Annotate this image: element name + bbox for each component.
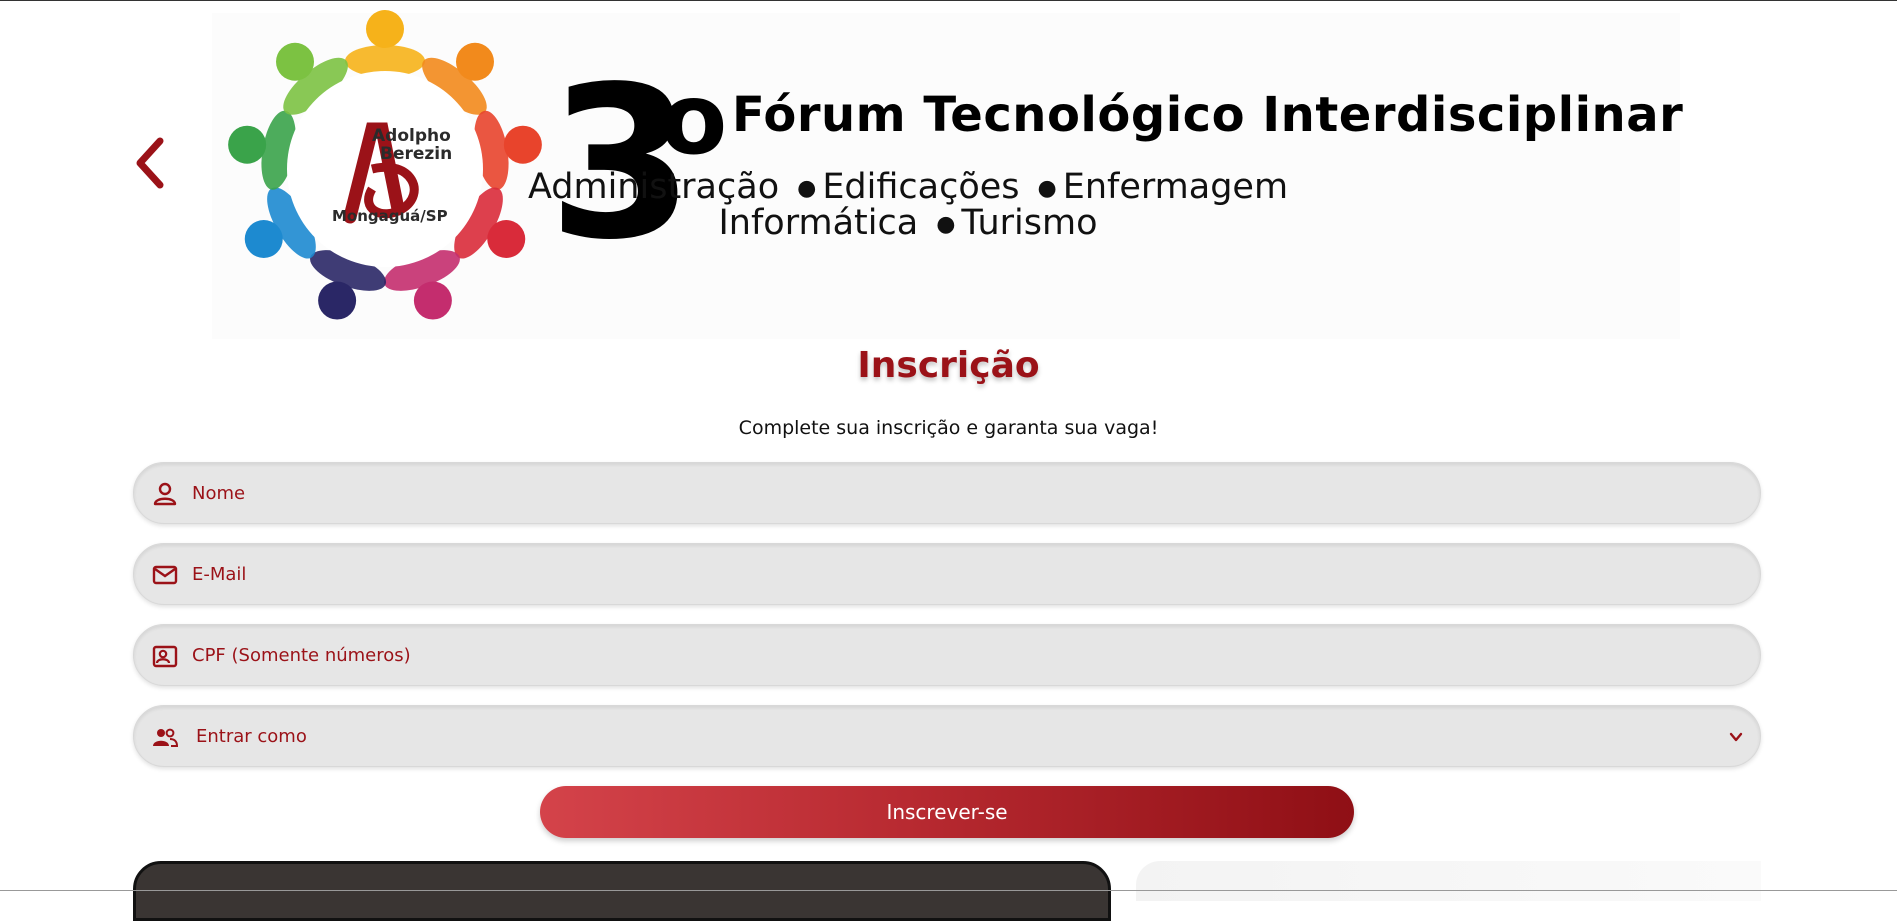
chevron-left-icon[interactable] (130, 133, 170, 193)
email-input[interactable] (192, 544, 1732, 604)
logo-figure-head (228, 125, 267, 164)
id-card-icon (152, 645, 178, 668)
name-field[interactable] (133, 462, 1761, 524)
course-label: Administração (527, 167, 780, 207)
logo-figure-head (413, 281, 452, 320)
forum-title: Fórum Tecnológico Interdisciplinar (732, 87, 1684, 143)
email-field[interactable] (133, 543, 1761, 605)
role-select[interactable]: Entrar como (192, 706, 1732, 766)
mail-icon (152, 565, 178, 585)
chevron-down-icon[interactable] (1728, 730, 1744, 744)
cpf-field[interactable] (133, 624, 1761, 686)
bullet-icon: ● (1037, 175, 1057, 201)
page-title: Inscrição (857, 345, 1040, 386)
course-label: Informática (718, 203, 919, 243)
event-photo-card (133, 861, 1111, 921)
courses-line-2: Informática ● Turismo (390, 203, 1426, 243)
course-label: Turismo (961, 203, 1098, 243)
bullet-icon: ● (936, 211, 956, 237)
logo-figure-head (366, 10, 404, 48)
role-select-field[interactable]: Entrar como (133, 705, 1761, 767)
logo-figure-head (244, 220, 283, 258)
bullet-icon: ● (797, 175, 817, 201)
course-label: Enfermagem (1062, 167, 1289, 207)
courses-line-1: Administração ● Edificações ● Enfermagem (390, 167, 1426, 207)
course-label: Edificações (822, 167, 1020, 207)
form-subtitle: Complete sua inscrição e garanta sua vag… (738, 417, 1159, 439)
edition-ordinal: o (660, 63, 728, 177)
event-image-card (1136, 861, 1761, 901)
person-icon (153, 482, 177, 506)
logo-figure-head (503, 125, 542, 164)
group-icon (153, 728, 178, 747)
subscribe-button[interactable]: Inscrever-se (540, 786, 1354, 838)
logo-figure-head (455, 42, 494, 81)
logo-figure-head (276, 42, 315, 81)
svg-text:Berezin: Berezin (380, 144, 452, 164)
name-input[interactable] (192, 463, 1732, 523)
logo-figure-head (318, 281, 357, 320)
cpf-input[interactable] (192, 625, 1732, 685)
svg-text:Adolpho: Adolpho (372, 126, 451, 146)
